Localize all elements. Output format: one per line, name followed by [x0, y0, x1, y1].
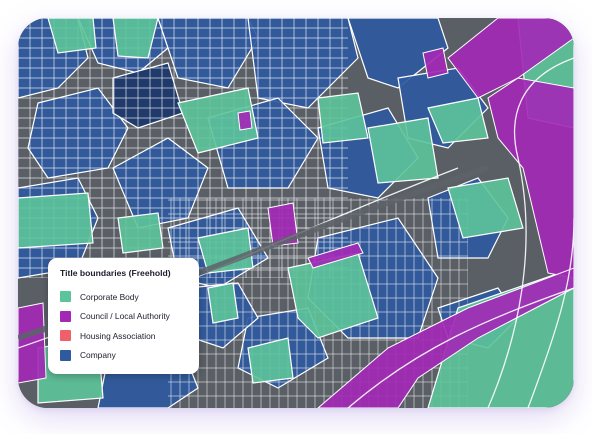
- swatch-purple-icon: [60, 310, 71, 322]
- swatch-blue-icon: [60, 349, 71, 361]
- swatch-red-icon: [60, 330, 71, 342]
- swatch-green-icon: [60, 291, 71, 303]
- legend-label: Council / Local Authority: [80, 311, 170, 322]
- legend-label: Housing Association: [80, 330, 156, 341]
- legend-item-corporate-body[interactable]: Corporate Body: [60, 287, 187, 307]
- legend-title: Title boundaries (Freehold): [60, 268, 171, 278]
- map-card: Title boundaries (Freehold) Corporate Bo…: [18, 18, 574, 408]
- page: Title boundaries (Freehold) Corporate Bo…: [0, 0, 592, 434]
- legend-label: Company: [80, 350, 116, 361]
- legend-item-company[interactable]: Company: [60, 346, 187, 366]
- legend-label: Corporate Body: [80, 291, 139, 302]
- legend-item-council[interactable]: Council / Local Authority: [60, 307, 187, 327]
- legend-item-housing-association[interactable]: Housing Association: [60, 326, 187, 346]
- map-legend: Title boundaries (Freehold) Corporate Bo…: [48, 258, 199, 374]
